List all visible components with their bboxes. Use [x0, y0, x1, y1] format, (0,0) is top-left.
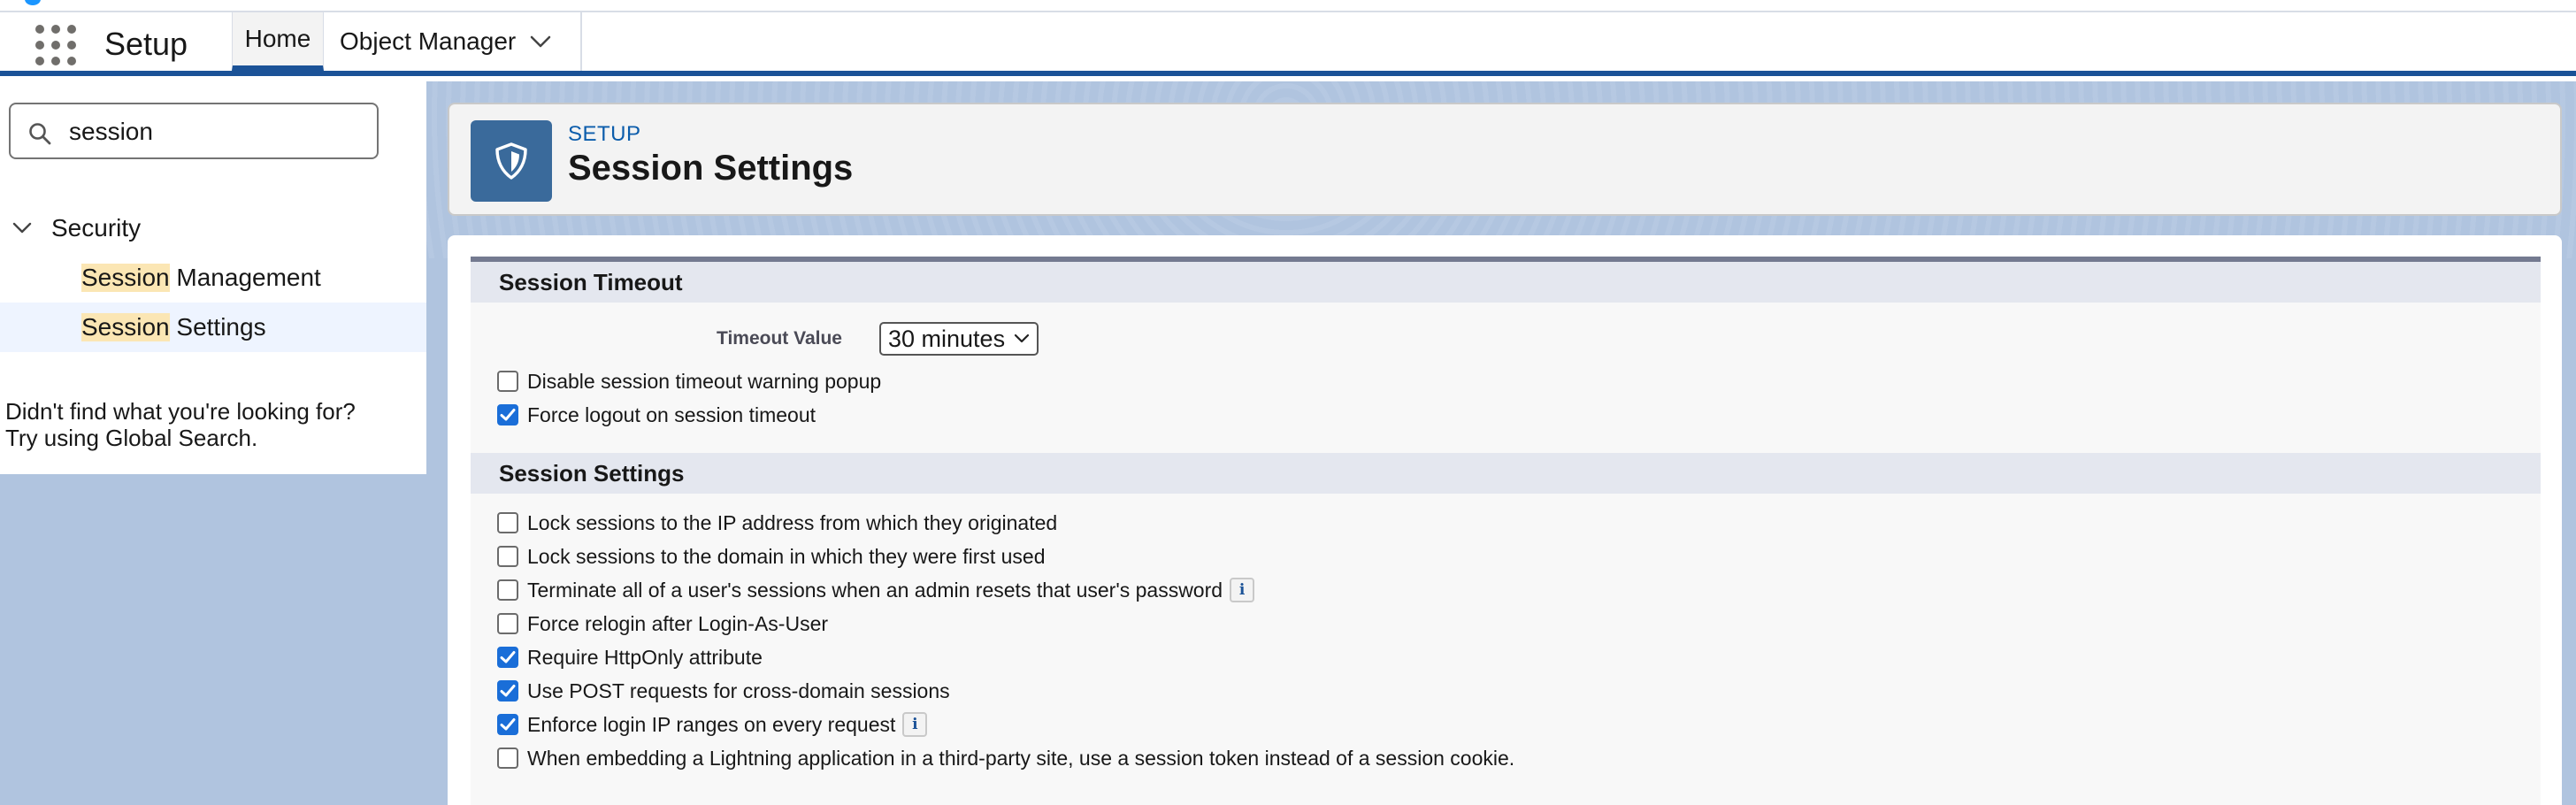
option-lock-ip[interactable]: Lock sessions to the IP address from whi… [497, 510, 1057, 536]
chevron-down-icon[interactable] [530, 34, 551, 49]
tree-group-label: Security [51, 214, 142, 242]
checkbox[interactable] [497, 404, 518, 426]
quick-find-input[interactable]: session [9, 103, 379, 159]
search-help-text: Didn't find what you're looking for? Try… [5, 398, 356, 451]
option-lightning-session-token[interactable]: When embedding a Lightning application i… [497, 745, 1514, 771]
info-icon[interactable]: i [902, 712, 928, 737]
sidebar-background [0, 474, 426, 805]
tab-home[interactable]: Home [232, 12, 324, 71]
checkbox[interactable] [497, 714, 518, 735]
timeout-value-selected: 30 minutes [888, 326, 1006, 352]
checkbox[interactable] [497, 371, 518, 392]
tab-object-manager-label: Object Manager [340, 27, 517, 55]
option-label: When embedding a Lightning application i… [527, 746, 1515, 770]
help-line: Didn't find what you're looking for? [5, 398, 356, 425]
tab-object-manager[interactable]: Object Manager [326, 12, 582, 71]
sidebar-item-label: Settings [169, 313, 266, 341]
checkbox[interactable] [497, 613, 518, 634]
option-label: Force relogin after Login-As-User [527, 611, 829, 635]
shield-icon [471, 120, 552, 202]
option-force-relogin[interactable]: Force relogin after Login-As-User [497, 610, 828, 637]
quick-find-value: session [69, 118, 153, 145]
checkbox[interactable] [497, 579, 518, 601]
tree-group-security[interactable]: Security [12, 209, 141, 248]
sidebar-item-session-management[interactable]: Session Management [0, 253, 426, 303]
chevron-down-icon[interactable] [12, 222, 32, 234]
option-lock-domain[interactable]: Lock sessions to the domain in which the… [497, 543, 1046, 570]
option-disable-timeout-warning[interactable]: Disable session timeout warning popup [497, 368, 881, 395]
section-heading-session-settings: Session Settings [471, 453, 2541, 494]
option-require-httponly[interactable]: Require HttpOnly attribute [497, 644, 763, 671]
breadcrumb[interactable]: SETUP [568, 122, 641, 147]
app-launcher-icon[interactable] [35, 25, 76, 65]
option-label: Require HttpOnly attribute [527, 645, 763, 669]
checkbox[interactable] [497, 546, 518, 567]
option-enforce-ip-ranges[interactable]: Enforce login IP ranges on every request… [497, 711, 928, 738]
option-label: Lock sessions to the domain in which the… [527, 544, 1046, 568]
option-label: Disable session timeout warning popup [527, 369, 882, 393]
checkbox[interactable] [497, 680, 518, 702]
option-label: Lock sessions to the IP address from whi… [527, 510, 1058, 534]
global-nav-bar: Setup Home Object Manager [0, 12, 2576, 76]
settings-form: Session Timeout Timeout Value 30 minutes… [471, 257, 2541, 805]
timeout-value-row: Timeout Value 30 minutes [717, 322, 1039, 356]
page-title: Session Settings [568, 149, 854, 188]
top-strip [0, 0, 2576, 12]
search-match-highlight: Session [81, 264, 170, 292]
top-logo-fragment [25, 0, 41, 5]
option-label: Use POST requests for cross-domain sessi… [527, 678, 950, 702]
chevron-down-icon [1014, 334, 1030, 344]
setup-sidebar: session Security Session Management Sess… [0, 81, 426, 474]
option-use-post[interactable]: Use POST requests for cross-domain sessi… [497, 678, 950, 704]
option-label: Force logout on session timeout [527, 402, 816, 426]
option-label: Terminate all of a user's sessions when … [527, 578, 1223, 602]
option-label: Enforce login IP ranges on every request [527, 712, 896, 736]
timeout-value-label: Timeout Value [717, 328, 842, 349]
help-line: Try using Global Search. [5, 425, 258, 451]
search-icon [28, 122, 51, 150]
page-header: SETUP Session Settings [448, 103, 2562, 216]
checkbox[interactable] [497, 512, 518, 533]
info-icon[interactable]: i [1230, 578, 1255, 602]
tab-home-label: Home [244, 25, 311, 52]
checkbox[interactable] [497, 748, 518, 769]
option-force-logout[interactable]: Force logout on session timeout [497, 402, 816, 428]
section-heading-session-timeout: Session Timeout [471, 262, 2541, 303]
sidebar-item-session-settings[interactable]: Session Settings [0, 303, 426, 352]
sidebar-item-label: Management [169, 264, 321, 291]
app-name: Setup [104, 26, 188, 62]
settings-card: Session Timeout Timeout Value 30 minutes… [448, 235, 2562, 805]
option-terminate-sessions[interactable]: Terminate all of a user's sessions when … [497, 577, 1255, 603]
checkbox[interactable] [497, 647, 518, 668]
timeout-value-select[interactable]: 30 minutes [879, 322, 1039, 356]
search-match-highlight: Session [81, 313, 170, 341]
